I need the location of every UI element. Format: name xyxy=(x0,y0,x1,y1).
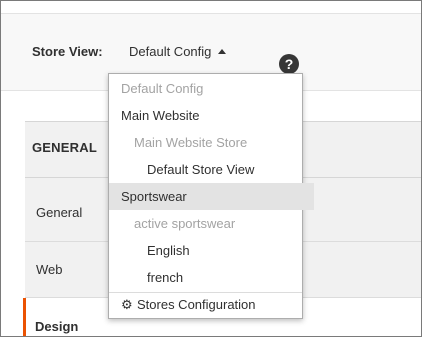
dropdown-item-sportswear[interactable]: Sportswear xyxy=(109,183,314,210)
caret-up-icon xyxy=(218,49,227,54)
dropdown-item-french[interactable]: french xyxy=(109,264,340,291)
help-icon[interactable]: ? xyxy=(279,54,299,74)
dropdown-item-main-website[interactable]: Main Website xyxy=(109,102,314,129)
dropdown-item-default-config: Default Config xyxy=(121,81,204,96)
store-view-label: Store View: xyxy=(32,44,103,59)
section-title[interactable]: GENERAL xyxy=(32,140,97,155)
store-view-dropdown: Default Config Main Website Main Website… xyxy=(108,73,314,319)
screenshot-frame: Store View: Default Config ? GENERAL Gen… xyxy=(0,0,422,337)
dropdown-item-active-sportswear: active sportswear xyxy=(134,216,236,231)
stores-configuration-link[interactable]: ⚙ Stores Configuration xyxy=(109,292,302,318)
store-view-current: Default Config xyxy=(129,44,212,59)
store-view-switcher[interactable]: Default Config xyxy=(129,44,227,59)
nav-item-general[interactable]: General xyxy=(36,205,82,220)
dropdown-item-english[interactable]: English xyxy=(109,237,340,264)
gear-icon: ⚙ xyxy=(121,297,133,312)
nav-item-design[interactable]: Design xyxy=(35,319,78,334)
dropdown-item-default-store-view[interactable]: Default Store View xyxy=(109,156,340,183)
dropdown-item-main-website-store: Main Website Store xyxy=(134,135,248,150)
top-strip xyxy=(1,1,421,13)
nav-item-web[interactable]: Web xyxy=(36,262,63,277)
stores-configuration-label: Stores Configuration xyxy=(137,297,256,312)
